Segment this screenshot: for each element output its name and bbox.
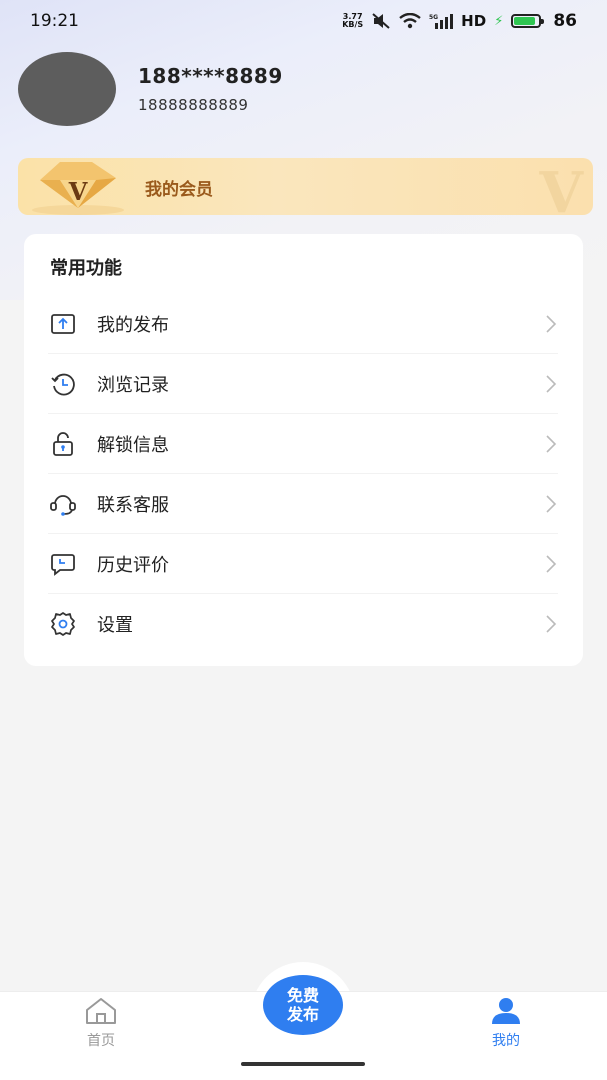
- menu-item-label: 我的发布: [97, 314, 169, 336]
- chevron-right-icon: [546, 555, 557, 573]
- battery-icon: [511, 14, 545, 28]
- status-time: 19:21: [30, 11, 79, 31]
- tab-mine-label: 我的: [492, 1033, 520, 1049]
- menu-item-my-posts[interactable]: 我的发布: [48, 294, 558, 354]
- network-type: HD: [461, 12, 487, 30]
- menu-item-label: 历史评价: [97, 554, 169, 576]
- svg-text:V: V: [68, 177, 88, 206]
- menu-item-settings[interactable]: 设置: [48, 594, 558, 654]
- home-icon: [86, 998, 116, 1024]
- functions-card: 常用功能 我的发布 浏览记录 解锁信息 联系客服 历史评价 设置: [24, 234, 583, 666]
- avatar[interactable]: [18, 52, 116, 126]
- tab-home-label: 首页: [87, 1033, 115, 1049]
- chevron-right-icon: [546, 495, 557, 513]
- menu-item-customer-service[interactable]: 联系客服: [48, 474, 558, 534]
- svg-text:5G: 5G: [429, 14, 438, 21]
- chevron-right-icon: [546, 435, 557, 453]
- home-indicator[interactable]: [241, 1062, 365, 1066]
- publish-label-line1: 免费: [286, 986, 319, 1005]
- menu-item-label: 解锁信息: [97, 434, 169, 456]
- menu-item-review-history[interactable]: 历史评价: [48, 534, 558, 594]
- battery-fill: [514, 17, 535, 25]
- net-speed: 3.77 KB/S: [342, 12, 364, 29]
- user-icon: [492, 998, 520, 1024]
- member-label: 我的会员: [145, 180, 213, 200]
- functions-title: 常用功能: [50, 258, 122, 279]
- chevron-right-icon: [546, 375, 557, 393]
- chevron-right-icon: [546, 315, 557, 333]
- charging-icon: ⚡: [494, 13, 504, 29]
- menu-item-label: 设置: [97, 615, 133, 636]
- gear-icon: [48, 609, 78, 639]
- menu-item-browse-history[interactable]: 浏览记录: [48, 354, 558, 414]
- mute-vibrate-icon: [372, 13, 390, 29]
- wifi-icon: [399, 13, 421, 29]
- status-bar: 19:21 3.77 KB/S 5G HD ⚡ 86: [0, 0, 607, 42]
- banner-watermark-v: V: [539, 160, 583, 215]
- history-icon: [48, 369, 78, 399]
- headset-icon: [48, 489, 78, 519]
- profile-header[interactable]: 188****8889 18888888889: [18, 52, 283, 126]
- profile-name: 188****8889: [138, 64, 283, 88]
- status-indicators: 3.77 KB/S 5G HD ⚡ 86: [342, 11, 577, 31]
- upload-icon: [48, 309, 78, 339]
- signal-icon: 5G: [429, 14, 454, 29]
- profile-info: 188****8889 18888888889: [138, 64, 283, 114]
- member-banner[interactable]: V V 我的会员: [18, 158, 593, 215]
- unlock-icon: [48, 429, 78, 459]
- tab-home[interactable]: 首页: [61, 996, 141, 1050]
- menu-item-unlock-info[interactable]: 解锁信息: [48, 414, 558, 474]
- tab-mine[interactable]: 我的: [466, 996, 546, 1050]
- publish-label-line2: 发布: [286, 1005, 319, 1024]
- free-publish-button[interactable]: 免费 发布: [263, 975, 343, 1035]
- chevron-right-icon: [546, 615, 557, 633]
- battery-percent: 86: [553, 11, 577, 31]
- profile-phone: 18888888889: [138, 96, 249, 114]
- functions-menu: 我的发布 浏览记录 解锁信息 联系客服 历史评价 设置: [48, 294, 558, 654]
- vip-badge-icon: V: [32, 162, 124, 215]
- comment-icon: [48, 549, 78, 579]
- menu-item-label: 浏览记录: [97, 374, 169, 396]
- menu-item-label: 联系客服: [97, 494, 169, 516]
